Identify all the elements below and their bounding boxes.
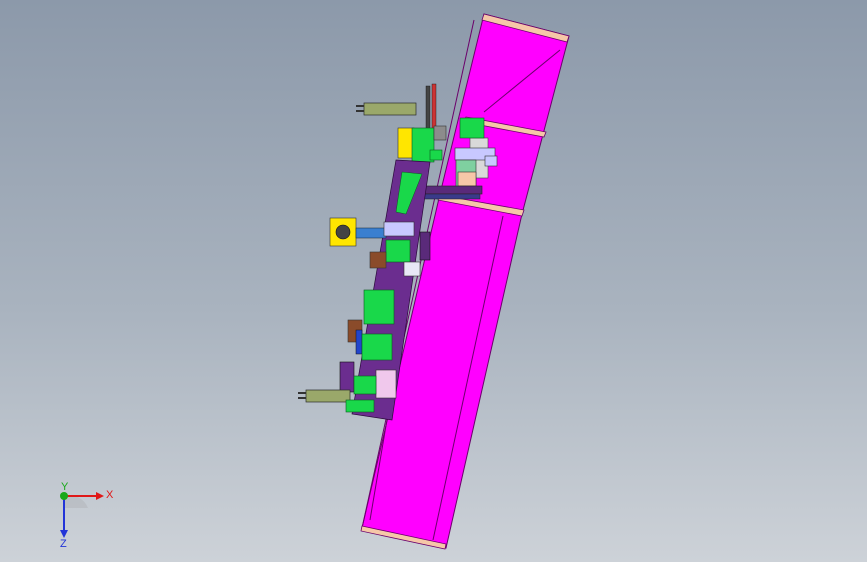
purple-block-lower bbox=[339, 361, 355, 393]
gray-block-top bbox=[433, 125, 447, 141]
pale-pink-block bbox=[375, 369, 397, 399]
cad-viewport[interactable]: X Y Z bbox=[0, 0, 867, 562]
y-axis-label: Y bbox=[61, 481, 69, 493]
green-block-lower2 bbox=[361, 333, 393, 361]
upper-pink-block bbox=[457, 171, 477, 187]
z-axis-arrow bbox=[60, 530, 68, 538]
cylinder-bottom-left bbox=[305, 389, 351, 403]
yellow-block bbox=[397, 127, 415, 159]
x-axis-label: X bbox=[106, 489, 114, 501]
side-bracket bbox=[419, 231, 431, 261]
shaft-housing bbox=[383, 221, 415, 237]
bottom-bracket bbox=[345, 399, 375, 413]
upper-bracket-tab bbox=[484, 155, 498, 167]
assembly-model[interactable] bbox=[0, 0, 867, 562]
brown-block-mid bbox=[369, 251, 387, 269]
motor-coupling bbox=[355, 227, 387, 239]
green-block-mid bbox=[385, 239, 411, 263]
triad-graphic: X Y Z bbox=[60, 481, 114, 550]
horizontal-slide-rail-lower bbox=[419, 193, 481, 200]
blue-part bbox=[355, 329, 363, 355]
y-axis-dot bbox=[60, 492, 68, 500]
z-axis-label: Z bbox=[60, 538, 67, 548]
cylinder-top-left bbox=[363, 102, 417, 116]
green-block-bottom bbox=[353, 375, 377, 395]
x-axis-arrow bbox=[96, 492, 104, 500]
coordinate-triad: X Y Z bbox=[40, 478, 120, 550]
green-block-lower bbox=[363, 289, 395, 325]
motor-shaft bbox=[335, 224, 351, 240]
upper-green-panel bbox=[459, 117, 485, 139]
green-block-small bbox=[429, 149, 443, 161]
pale-block-mid bbox=[403, 261, 421, 277]
